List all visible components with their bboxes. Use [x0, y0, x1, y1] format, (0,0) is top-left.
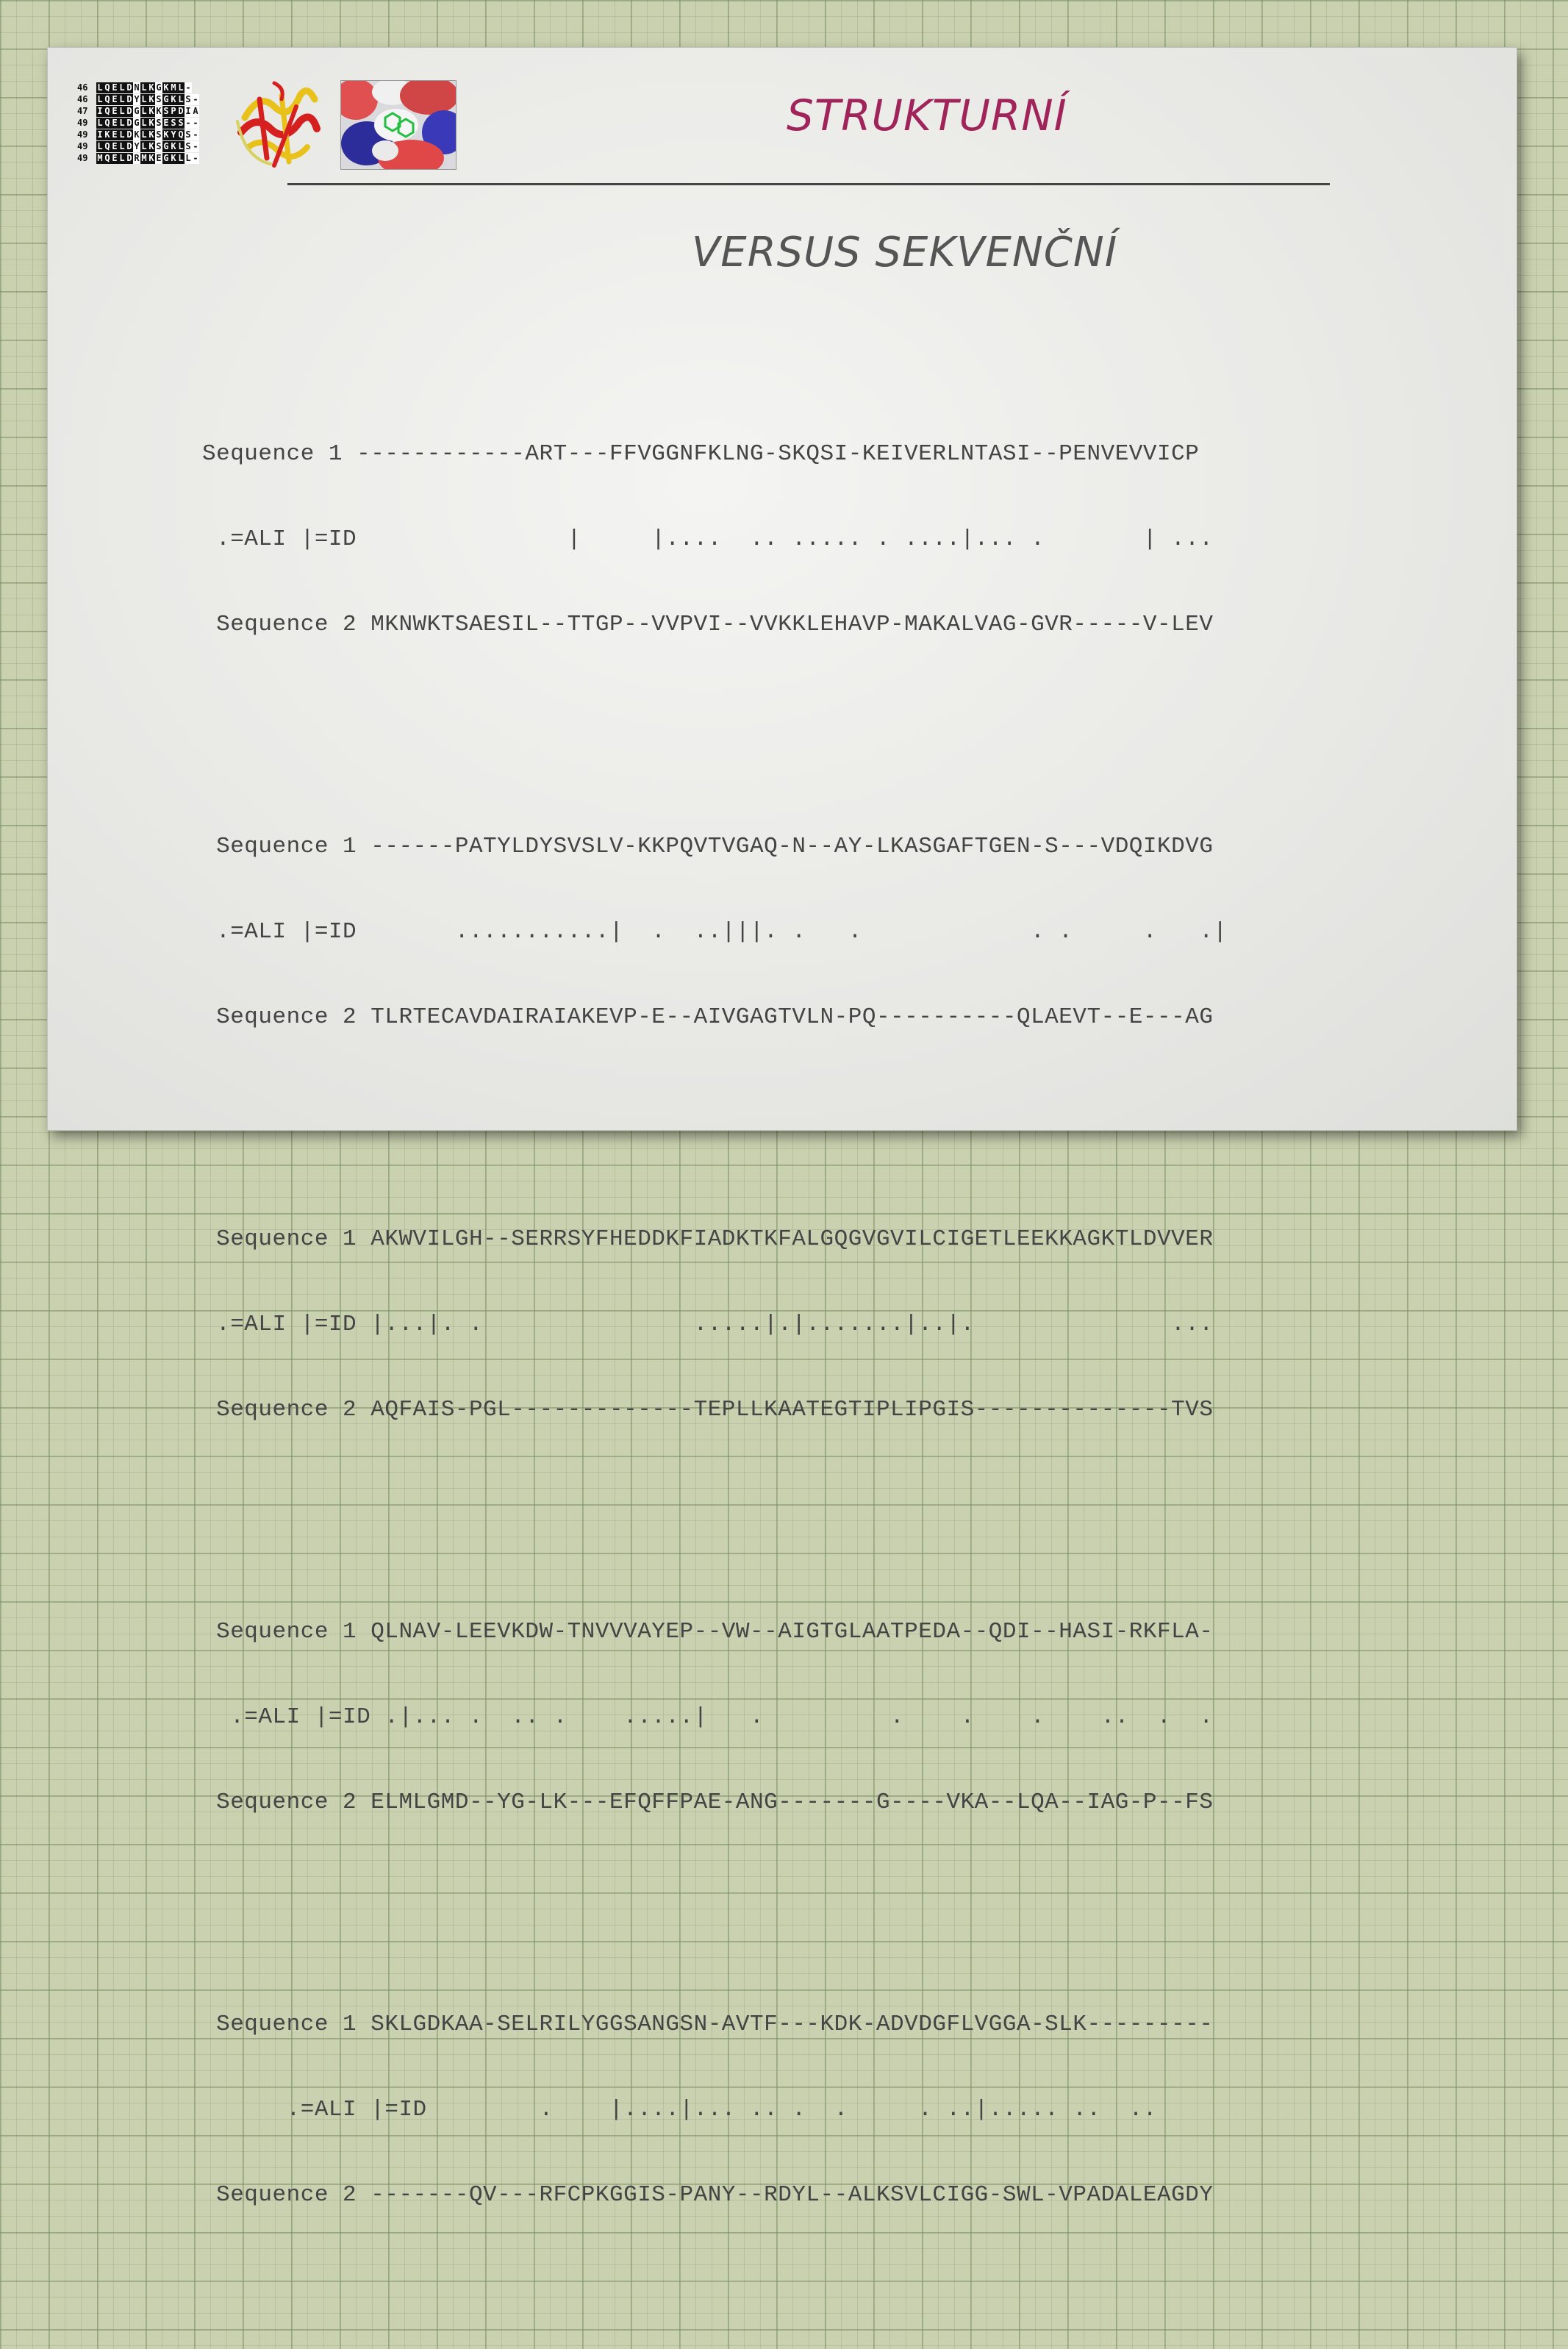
protein-ribbon-image — [236, 81, 321, 168]
match-line: .=ALI |=ID .|... . .. . .....| . . . . .… — [202, 1704, 1214, 1730]
match-line: .=ALI |=ID ...........| . ..|||. . . . .… — [202, 919, 1228, 945]
msa-row-number: 47 — [77, 106, 88, 116]
alignment-block: Sequence 1 SKLGDKAA-SELRILYGGSANGSN-AVTF… — [202, 1956, 1228, 2264]
sequence-2-line: Sequence 2 AQFAIS-PGL-------------TEPLLK… — [202, 1397, 1214, 1423]
sequence-1-line: Sequence 1 ------------ART---FFVGGNFKLNG… — [202, 441, 1200, 467]
sequence-1-line: Sequence 1 AKWVILGH--SERRSYFHEDDKFIADKTK… — [202, 1226, 1214, 1252]
msa-row: 46 L Q E L D Y L K S G K L S - — [77, 93, 210, 105]
sequence-1-line: Sequence 1 QLNAV-LEEVKDW-TNVVVAYEP--VW--… — [202, 1619, 1214, 1645]
alignment-block: Sequence 1 QLNAV-LEEVKDW-TNVVVAYEP--VW--… — [202, 1564, 1228, 1871]
msa-row-number: 46 — [77, 94, 88, 104]
sequence-1-line: Sequence 1 SKLGDKAA-SELRILYGGSANGSN-AVTF… — [202, 2012, 1214, 2037]
msa-row-sequence: LQELDYLKSGKLS- — [96, 140, 199, 152]
sequence-alignment: Sequence 1 ------------ART---FFVGGNFKLNG… — [202, 335, 1228, 2349]
sequence-2-line: Sequence 2 -------QV---RFCPKGGIS-PANY--R… — [202, 2182, 1214, 2208]
msa-row-sequence: MQELDRMKEGKLL- — [96, 152, 199, 164]
msa-row-sequence: IQELDGLKKSPDIA — [96, 105, 199, 117]
divider — [287, 183, 1330, 185]
msa-row-number: 49 — [77, 129, 88, 140]
match-line: .=ALI |=ID | |.... .. ..... . ....|... .… — [202, 526, 1214, 552]
msa-row: 46 L Q E L D N L K G K M L - — [77, 82, 210, 93]
sequence-2-line: Sequence 2 TLRTECAVDAIRAIAKEVP-E--AIVGAG… — [202, 1004, 1214, 1030]
sequence-2-line: Sequence 2 MKNWKTSAESIL--TTGP--VVPVI--VV… — [202, 612, 1214, 637]
msa-row-number: 49 — [77, 118, 88, 128]
msa-row-sequence: IKELDKLKSKYQS- — [96, 129, 199, 140]
msa-row: 49 L Q E L D Y L K S G K L S - — [77, 140, 210, 152]
alignment-block: Sequence 1 ------------ART---FFVGGNFKLNG… — [202, 386, 1228, 693]
match-line: .=ALI |=ID . |....|... .. . . . ..|.....… — [202, 2097, 1158, 2123]
msa-row: 49 I K E L D K L K S K Y Q S - — [77, 129, 210, 140]
page-subtitle: VERSUS SEKVENČNÍ — [692, 229, 1118, 276]
msa-row-sequence: LQELDGLKSESS-- — [96, 117, 199, 129]
msa-row-sequence: LQELDNLKGKML- — [96, 82, 192, 93]
protein-surface-image — [340, 80, 457, 170]
msa-row: 47 I Q E L D G L K K S P D I A — [77, 105, 210, 117]
msa-row-number: 49 — [77, 141, 88, 151]
alignment-block: Sequence 1 ------PATYLDYSVSLV-KKPQVTVGAQ… — [202, 779, 1228, 1086]
msa-row-sequence: LQELDYLKSGKLS- — [96, 93, 199, 105]
slide: 46 L Q E L D N L K G K M L - 46 L Q E L D Y L K S G K L S - 47 I Q E L D G L… — [47, 47, 1517, 2208]
match-line: .=ALI |=ID |...|. . .....|.|.......|..|.… — [202, 1312, 1214, 1337]
msa-row-number: 49 — [77, 153, 88, 163]
sequence-2-line: Sequence 2 ELMLGMD--YG-LK---EFQFFPAE-ANG… — [202, 1790, 1214, 1815]
msa-thumbnail: 46 L Q E L D N L K G K M L - 46 L Q E L D Y L K S G K L S - 47 I Q E L D G L… — [77, 82, 210, 214]
sequence-1-line: Sequence 1 ------PATYLDYSVSLV-KKPQVTVGAQ… — [202, 834, 1214, 859]
page-title: STRUKTURNÍ — [787, 90, 1067, 140]
alignment-block: Sequence 1 AKWVILGH--SERRSYFHEDDKFIADKTK… — [202, 1171, 1228, 1479]
msa-row-number: 46 — [77, 82, 88, 93]
msa-row: 49 L Q E L D G L K S E S S - - — [77, 117, 210, 129]
msa-row: 49 M Q E L D R M K E G K L L - — [77, 152, 210, 164]
